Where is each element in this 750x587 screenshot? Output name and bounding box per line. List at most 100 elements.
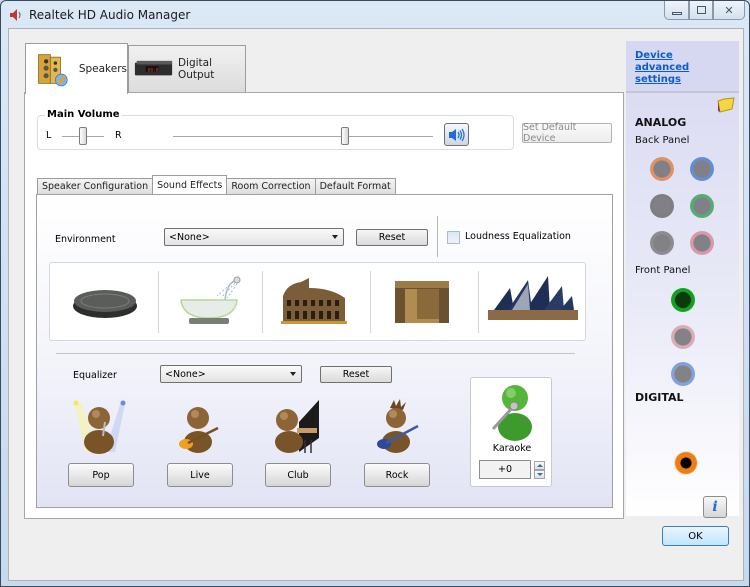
divider xyxy=(370,271,371,333)
back-jack-pink[interactable] xyxy=(690,231,714,255)
balance-slider-thumb[interactable] xyxy=(79,127,87,145)
equalizer-selected: <None> xyxy=(165,368,206,380)
maximize-icon xyxy=(696,6,706,14)
env-preset-colosseum[interactable] xyxy=(264,268,364,336)
env-preset-stone-room[interactable] xyxy=(372,268,472,336)
pop-singer-icon xyxy=(73,400,126,454)
karaoke-box: Karaoke +0 xyxy=(470,377,552,487)
advanced-settings-area: Device advanced settings xyxy=(626,41,739,93)
minimize-icon xyxy=(671,11,682,15)
volume-slider-thumb[interactable] xyxy=(340,127,349,145)
tab-digital-output-label: Digital Output xyxy=(177,57,215,81)
minimize-button[interactable] xyxy=(664,1,689,20)
environment-presets xyxy=(49,262,586,341)
maximize-button[interactable] xyxy=(689,1,713,20)
equalizer-dropdown[interactable]: <None> xyxy=(160,365,302,383)
main-volume-group: Main Volume L R xyxy=(37,109,514,150)
colosseum-icon xyxy=(281,278,347,324)
karaoke-decrement-button[interactable] xyxy=(534,470,545,479)
analog-heading: ANALOG xyxy=(635,116,687,129)
speaker-app-icon xyxy=(10,9,21,21)
loudness-equalization-checkbox[interactable] xyxy=(447,231,460,244)
chevron-down-icon xyxy=(332,235,338,239)
karaoke-increment-button[interactable] xyxy=(534,461,545,470)
stone-room-icon xyxy=(395,281,449,323)
window-title: Realtek HD Audio Manager xyxy=(29,8,191,22)
set-default-device-button[interactable]: Set Default Device xyxy=(522,122,612,144)
back-jack-gray[interactable] xyxy=(650,231,674,255)
back-jack-blue[interactable] xyxy=(690,157,714,181)
close-button[interactable]: ✕ xyxy=(713,1,745,20)
loudness-equalization-label: Loudness Equalization xyxy=(465,231,571,242)
guitar-player-icon xyxy=(179,407,219,453)
tab-room-correction[interactable]: Room Correction xyxy=(226,178,316,194)
connector-panel: Device advanced settings ANALOG Back Pan… xyxy=(626,41,739,516)
bathtub-icon xyxy=(180,276,241,324)
info-icon: i xyxy=(712,499,718,515)
opera-house-icon xyxy=(488,276,578,320)
tab-speakers[interactable]: Speakers xyxy=(25,43,128,94)
eq-preset-live-button[interactable]: Live xyxy=(167,463,233,487)
sound-effects-panel: Environment <None> Reset Loudness Equali… xyxy=(36,194,613,508)
back-jack-orange[interactable] xyxy=(650,157,674,181)
ok-button[interactable]: OK xyxy=(662,526,729,546)
env-preset-sewer-pipe[interactable] xyxy=(55,268,155,336)
client-area: Speakers 88:8 Digital Output Main Volume… xyxy=(8,28,744,581)
karaoke-singer-icon xyxy=(491,385,532,441)
back-jack-black[interactable] xyxy=(650,194,674,218)
tab-default-format[interactable]: Default Format xyxy=(314,178,396,194)
eq-preset-rock-button[interactable]: Rock xyxy=(364,463,430,487)
speaker-volume-icon xyxy=(448,128,465,141)
piano-player-icon xyxy=(275,400,319,453)
arrow-down-icon xyxy=(536,473,543,476)
front-panel-label: Front Panel xyxy=(635,265,691,276)
volume-track[interactable] xyxy=(173,136,433,137)
svg-text:88:8: 88:8 xyxy=(148,67,159,73)
env-preset-concert-hall[interactable] xyxy=(480,268,584,336)
divider xyxy=(56,353,575,354)
front-jack-pink[interactable] xyxy=(671,325,695,349)
digital-heading: DIGITAL xyxy=(635,391,684,404)
front-jack-green[interactable] xyxy=(671,288,695,312)
divider xyxy=(478,271,479,333)
device-advanced-settings-link[interactable]: Device advanced settings xyxy=(635,50,725,86)
divider xyxy=(262,271,263,333)
close-icon: ✕ xyxy=(724,3,734,17)
front-jack-blue[interactable] xyxy=(671,362,695,386)
balance-left-label: L xyxy=(46,130,52,141)
manhole-cover-icon xyxy=(73,290,137,318)
sub-tab-bar: Speaker Configuration Sound Effects Room… xyxy=(37,175,396,194)
arrow-up-icon xyxy=(536,464,543,467)
realtek-window: Realtek HD Audio Manager ✕ Speakers 88:8 xyxy=(0,0,750,587)
tab-sound-effects[interactable]: Sound Effects xyxy=(152,175,228,194)
karaoke-label: Karaoke xyxy=(492,443,532,454)
env-preset-bathroom[interactable] xyxy=(160,268,260,336)
mute-button[interactable] xyxy=(444,123,469,146)
digital-spdif-jack[interactable] xyxy=(674,451,698,475)
equalizer-reset-button[interactable]: Reset xyxy=(320,366,392,383)
equalizer-label: Equalizer xyxy=(73,370,117,381)
eq-preset-pop-button[interactable]: Pop xyxy=(68,463,134,487)
balance-right-label: R xyxy=(115,130,122,141)
karaoke-value-input[interactable]: +0 xyxy=(479,460,531,479)
tab-digital-output[interactable]: 88:8 Digital Output xyxy=(128,45,246,92)
chevron-down-icon xyxy=(290,372,296,376)
back-jack-green[interactable] xyxy=(690,194,714,218)
environment-selected: <None> xyxy=(169,231,210,243)
environment-dropdown[interactable]: <None> xyxy=(164,228,344,246)
divider xyxy=(437,216,438,257)
speakers-panel: Main Volume L R Set Default Device Speak… xyxy=(24,92,624,519)
folder-icon[interactable] xyxy=(716,97,736,113)
divider xyxy=(158,271,159,333)
rock-guitarist-icon xyxy=(377,399,419,453)
environment-reset-button[interactable]: Reset xyxy=(356,229,428,246)
digital-output-icon: 88:8 xyxy=(134,60,173,76)
tab-speaker-configuration[interactable]: Speaker Configuration xyxy=(37,178,154,194)
title-bar[interactable]: Realtek HD Audio Manager xyxy=(1,1,749,29)
info-button[interactable]: i xyxy=(703,496,727,518)
speakers-icon xyxy=(38,54,68,87)
eq-preset-club-button[interactable]: Club xyxy=(265,463,331,487)
back-panel-label: Back Panel xyxy=(635,135,690,146)
main-volume-title: Main Volume xyxy=(45,109,122,120)
tab-speakers-label: Speakers xyxy=(78,63,127,75)
